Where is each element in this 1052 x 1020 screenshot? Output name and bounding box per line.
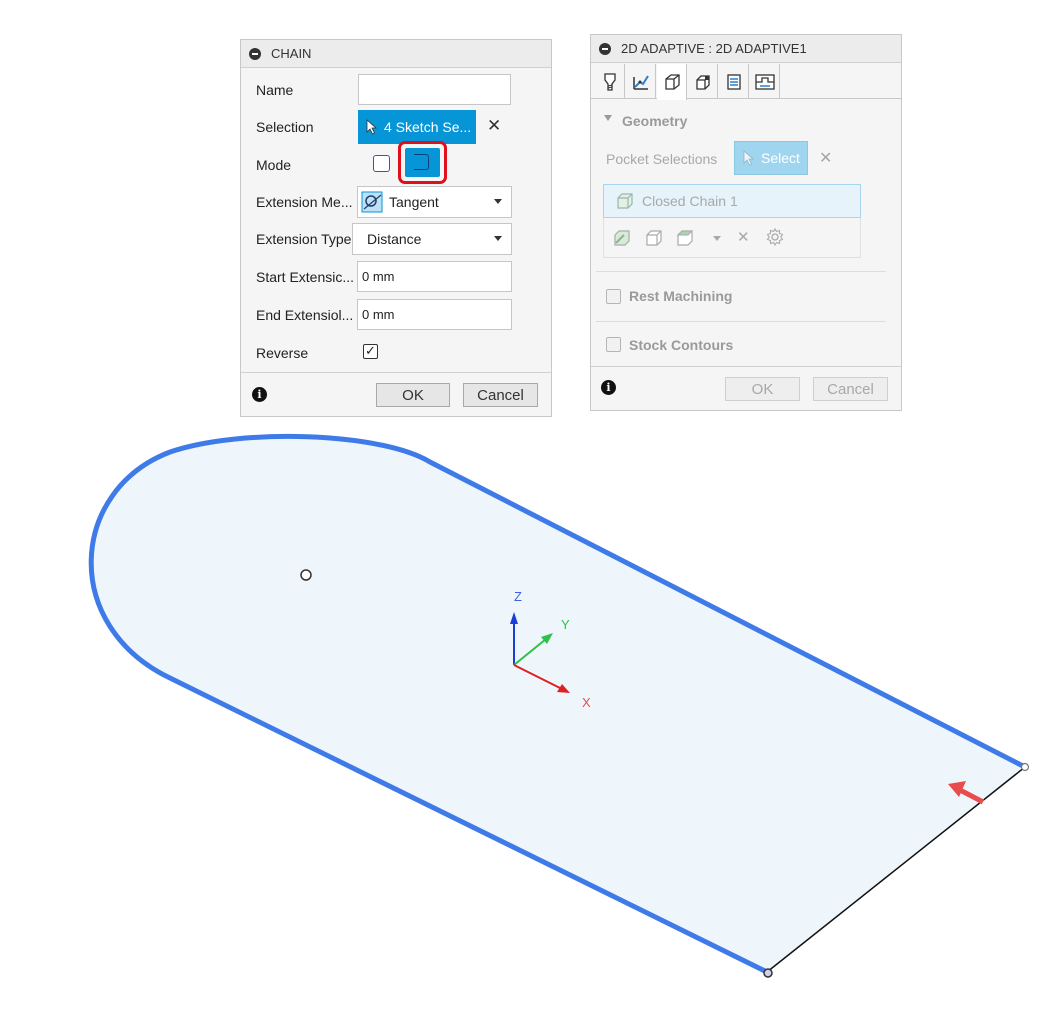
- canvas-viewport[interactable]: Z Y X: [0, 0, 1052, 1020]
- sketch-profile-fill: [91, 436, 1026, 972]
- arc-center-point[interactable]: [300, 569, 312, 581]
- chain-end-point[interactable]: [1020, 762, 1030, 772]
- axis-y-label: Y: [561, 617, 570, 632]
- chain-start-point[interactable]: [763, 968, 773, 978]
- axis-z-label: Z: [514, 589, 522, 604]
- axis-x-label: X: [582, 695, 591, 710]
